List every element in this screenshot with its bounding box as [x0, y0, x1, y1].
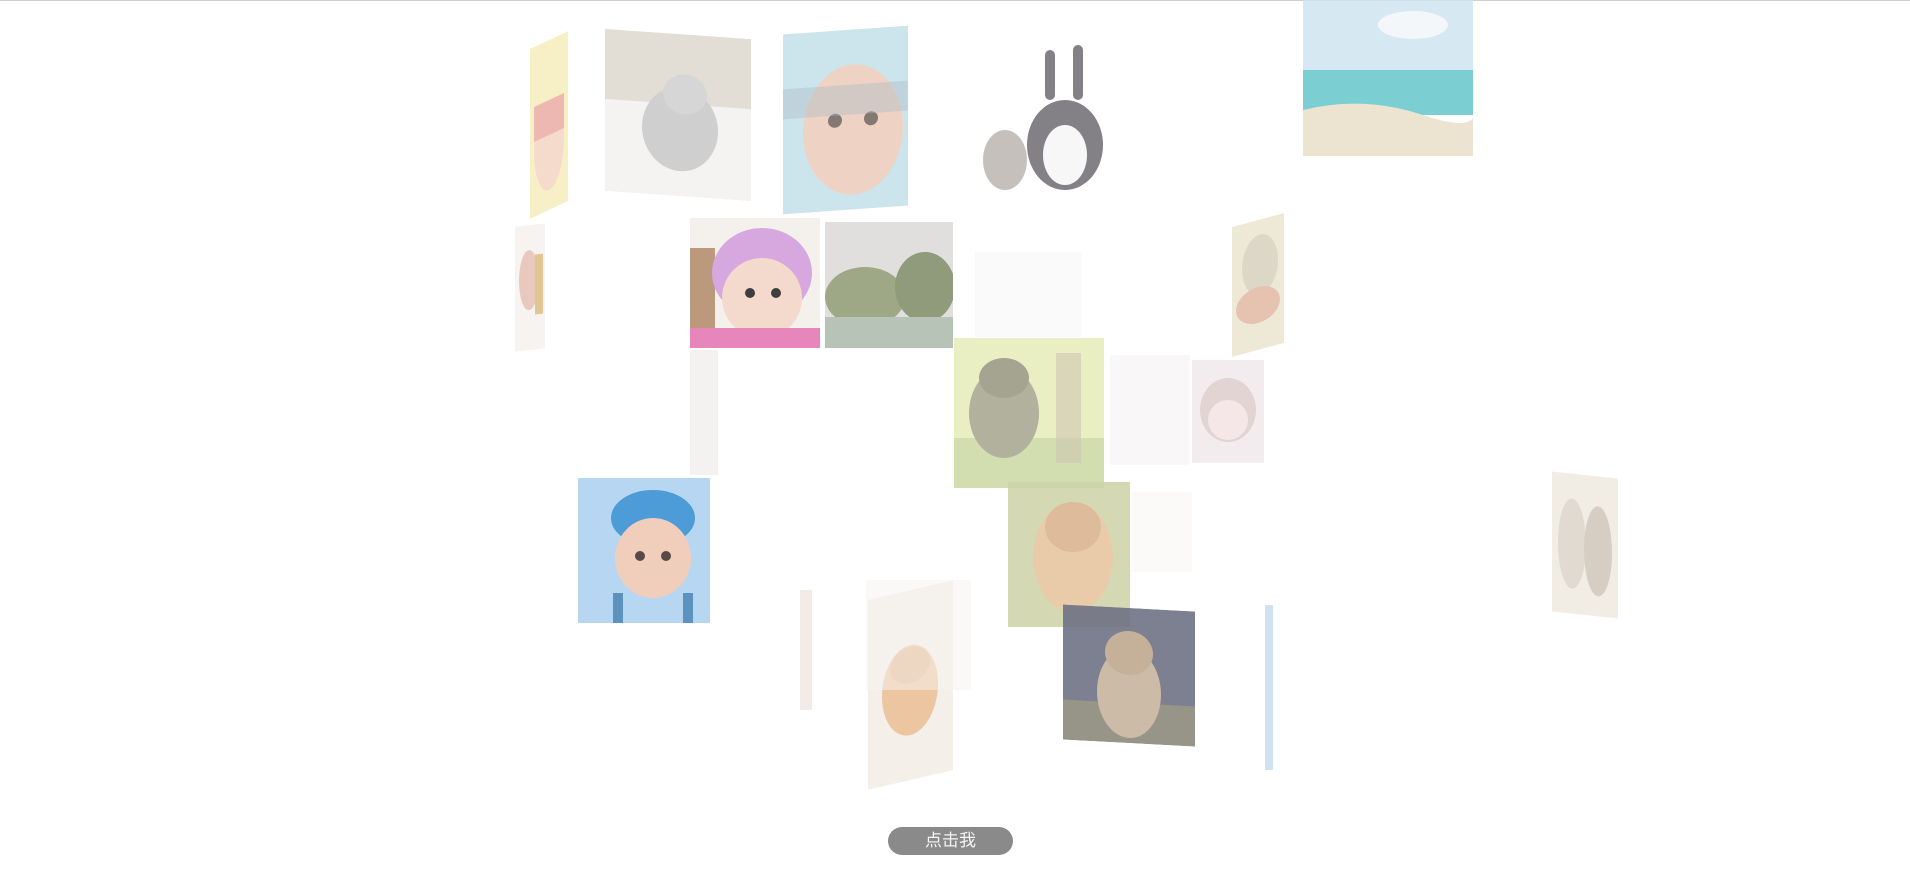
click-me-button[interactable]: 点击我	[888, 827, 1013, 855]
photo-tile-kitten-praying[interactable]	[1063, 604, 1195, 747]
photo-image	[1063, 604, 1195, 747]
photo-tile-strip-3[interactable]	[1265, 605, 1273, 770]
photo-image	[825, 222, 953, 348]
photo-tile-kitten-grey[interactable]	[605, 28, 751, 202]
photo-tile-strip[interactable]	[690, 350, 718, 475]
photo-image	[690, 218, 820, 348]
photo-tile-faded-4[interactable]	[866, 580, 971, 690]
photo-image	[1303, 0, 1473, 156]
photo-tile-faded[interactable]	[975, 252, 1082, 337]
photo-cube-gallery	[0, 0, 1910, 894]
photo-tile-baby-blue-hat[interactable]	[578, 478, 710, 623]
photo-image	[1232, 213, 1284, 357]
photo-tile-faded-3[interactable]	[1132, 492, 1192, 572]
photo-tile-baby-horn-hat[interactable]	[1192, 360, 1264, 463]
photo-tile-forest-painting[interactable]	[825, 222, 953, 348]
photo-tile-cat-rabbit[interactable]	[975, 40, 1115, 198]
photo-tile-faded-2[interactable]	[1110, 355, 1190, 465]
photo-image	[954, 338, 1104, 488]
photo-image	[975, 40, 1115, 198]
photo-tile-baby-small[interactable]	[515, 223, 545, 352]
photo-image	[515, 223, 545, 352]
photo-image	[578, 478, 710, 623]
photo-tile-cat-pair[interactable]	[1552, 471, 1618, 619]
photo-tile-baby-hat[interactable]	[530, 31, 568, 219]
photo-tile-cat-meadow[interactable]	[954, 338, 1104, 488]
photo-tile-baby-sleeping[interactable]	[1232, 213, 1284, 357]
photo-image	[1192, 360, 1264, 463]
photo-tile-baby-pink-hat[interactable]	[690, 218, 820, 348]
photo-image	[783, 25, 908, 215]
photo-image	[1552, 471, 1618, 619]
photo-image	[530, 31, 568, 219]
photo-tile-strip-2[interactable]	[800, 590, 812, 710]
photo-tile-baby-face[interactable]	[783, 25, 908, 215]
photo-image	[605, 28, 751, 202]
photo-tile-beach[interactable]	[1303, 0, 1473, 156]
